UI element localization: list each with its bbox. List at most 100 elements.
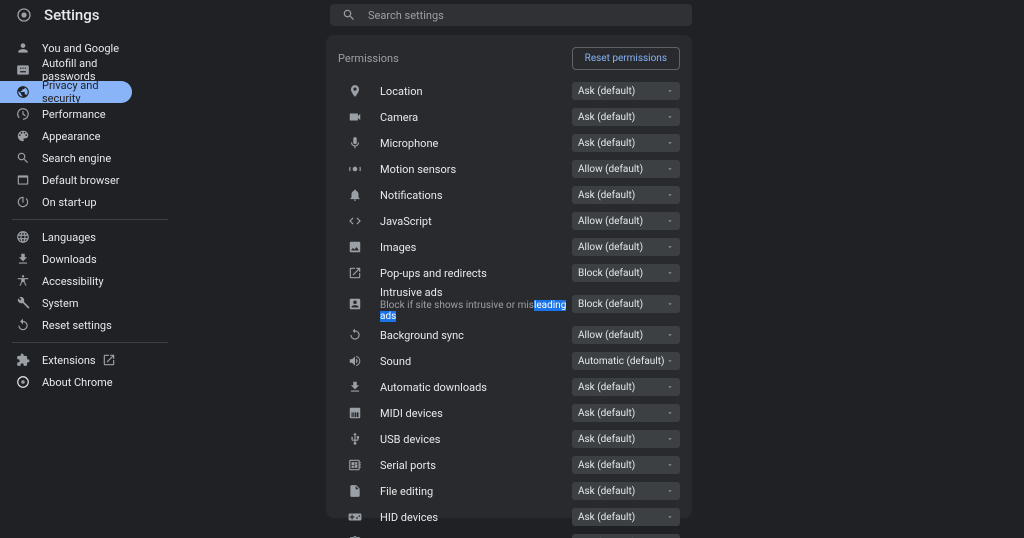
permission-subtitle: Block if site shows intrusive or mislead…	[380, 300, 572, 322]
sidebar-item-label: Accessibility	[42, 275, 104, 288]
permission-dropdown[interactable]: Ask (default)	[572, 534, 680, 538]
permission-row-motion-sensors: Motion sensorsAllow (default)	[326, 156, 692, 182]
sidebar-item-label: Privacy and security	[42, 79, 132, 105]
system-icon	[16, 296, 30, 310]
permission-row-sound: SoundAutomatic (default)	[326, 348, 692, 374]
chevron-down-icon	[666, 300, 674, 308]
performance-icon	[16, 107, 30, 121]
permission-dropdown[interactable]: Ask (default)	[572, 508, 680, 526]
chevron-down-icon	[666, 243, 674, 251]
sidebar-item-languages[interactable]: Languages	[0, 226, 132, 248]
extension-icon	[16, 353, 30, 367]
permission-row-background-sync: Background syncAllow (default)	[326, 322, 692, 348]
mic-icon	[348, 136, 362, 150]
dropdown-value: Ask (default)	[578, 486, 635, 497]
permission-dropdown[interactable]: Ask (default)	[572, 482, 680, 500]
chevron-down-icon	[666, 165, 674, 173]
permission-dropdown[interactable]: Ask (default)	[572, 430, 680, 448]
sidebar-item-privacy-and-security[interactable]: Privacy and security	[0, 81, 132, 103]
sidebar-item-default-browser[interactable]: Default browser	[0, 169, 132, 191]
permission-label: Motion sensors	[380, 163, 572, 176]
permission-row-midi-devices: MIDI devicesAsk (default)	[326, 400, 692, 426]
permission-dropdown[interactable]: Ask (default)	[572, 404, 680, 422]
sidebar-item-label: About Chrome	[42, 376, 113, 389]
permission-row-hid-devices: HID devicesAsk (default)	[326, 504, 692, 530]
code-icon	[348, 214, 362, 228]
permission-label: Images	[380, 241, 572, 254]
permission-dropdown[interactable]: Allow (default)	[572, 238, 680, 256]
permission-dropdown[interactable]: Allow (default)	[572, 326, 680, 344]
permission-dropdown[interactable]: Ask (default)	[572, 134, 680, 152]
dropdown-value: Ask (default)	[578, 512, 635, 523]
ads-icon	[348, 297, 362, 311]
sidebar-item-autofill-and-passwords[interactable]: Autofill and passwords	[0, 59, 132, 81]
permission-row-javascript: JavaScriptAllow (default)	[326, 208, 692, 234]
sidebar-item-performance[interactable]: Performance	[0, 103, 132, 125]
permission-dropdown[interactable]: Allow (default)	[572, 212, 680, 230]
permission-row-notifications: NotificationsAsk (default)	[326, 182, 692, 208]
person-icon	[16, 41, 30, 55]
sidebar-item-about-chrome[interactable]: About Chrome	[0, 371, 132, 393]
serial-icon	[348, 458, 362, 472]
sidebar-item-you-and-google[interactable]: You and Google	[0, 37, 132, 59]
appearance-icon	[16, 129, 30, 143]
sidebar-item-system[interactable]: System	[0, 292, 132, 314]
sidebar-item-downloads[interactable]: Downloads	[0, 248, 132, 270]
sidebar-item-accessibility[interactable]: Accessibility	[0, 270, 132, 292]
dropdown-value: Block (default)	[578, 268, 643, 279]
sidebar-item-label: Search engine	[42, 152, 111, 165]
panel-title: Permissions	[338, 52, 399, 65]
permission-label: Microphone	[380, 137, 572, 150]
permission-dropdown[interactable]: Ask (default)	[572, 456, 680, 474]
permission-dropdown[interactable]: Ask (default)	[572, 108, 680, 126]
permission-label: File editing	[380, 485, 572, 498]
permission-dropdown[interactable]: Ask (default)	[572, 378, 680, 396]
popup-icon	[348, 266, 362, 280]
sidebar-item-label: You and Google	[42, 42, 119, 55]
permission-dropdown[interactable]: Block (default)	[572, 264, 680, 282]
sidebar-item-reset-settings[interactable]: Reset settings	[0, 314, 132, 336]
sidebar-item-on-start-up[interactable]: On start-up	[0, 191, 132, 213]
chevron-down-icon	[666, 87, 674, 95]
sidebar: You and Google Autofill and passwordsPriv…	[0, 29, 180, 538]
sync-icon	[348, 328, 362, 342]
permission-label: Intrusive adsBlock if site shows intrusi…	[380, 286, 572, 322]
reset-permissions-button[interactable]: Reset permissions	[572, 47, 680, 70]
external-link-icon	[102, 353, 116, 367]
permission-dropdown[interactable]: Automatic (default)	[572, 352, 680, 370]
dropdown-value: Allow (default)	[578, 330, 643, 341]
chrome-icon	[16, 375, 30, 389]
permission-dropdown[interactable]: Block (default)	[572, 295, 680, 313]
browser-icon	[16, 173, 30, 187]
search-icon	[16, 151, 30, 165]
chevron-down-icon	[666, 191, 674, 199]
permission-row-images: ImagesAllow (default)	[326, 234, 692, 260]
autofill-icon	[16, 63, 30, 77]
chevron-down-icon	[666, 139, 674, 147]
page-title: Settings	[44, 6, 100, 24]
hid-icon	[348, 510, 362, 524]
sidebar-item-label: Languages	[42, 231, 96, 244]
search-bar[interactable]	[330, 4, 692, 26]
dropdown-value: Block (default)	[578, 299, 643, 310]
file-icon	[348, 484, 362, 498]
camera-icon	[348, 110, 362, 124]
sidebar-item-label: Reset settings	[42, 319, 112, 332]
permission-dropdown[interactable]: Ask (default)	[572, 186, 680, 204]
permission-row-automatic-downloads: Automatic downloadsAsk (default)	[326, 374, 692, 400]
chevron-down-icon	[666, 217, 674, 225]
main-content: Permissions Reset permissions LocationAs…	[180, 29, 1024, 538]
chrome-logo-icon	[16, 7, 32, 23]
permission-dropdown[interactable]: Allow (default)	[572, 160, 680, 178]
sidebar-item-extensions[interactable]: Extensions	[0, 349, 132, 371]
dropdown-value: Ask (default)	[578, 86, 635, 97]
search-input[interactable]	[368, 9, 680, 22]
chevron-down-icon	[666, 269, 674, 277]
sidebar-item-search-engine[interactable]: Search engine	[0, 147, 132, 169]
permission-dropdown[interactable]: Ask (default)	[572, 82, 680, 100]
dropdown-value: Ask (default)	[578, 190, 635, 201]
dropdown-value: Ask (default)	[578, 460, 635, 471]
sidebar-item-appearance[interactable]: Appearance	[0, 125, 132, 147]
sidebar-item-label: Appearance	[42, 130, 101, 143]
sidebar-item-label: System	[42, 297, 79, 310]
